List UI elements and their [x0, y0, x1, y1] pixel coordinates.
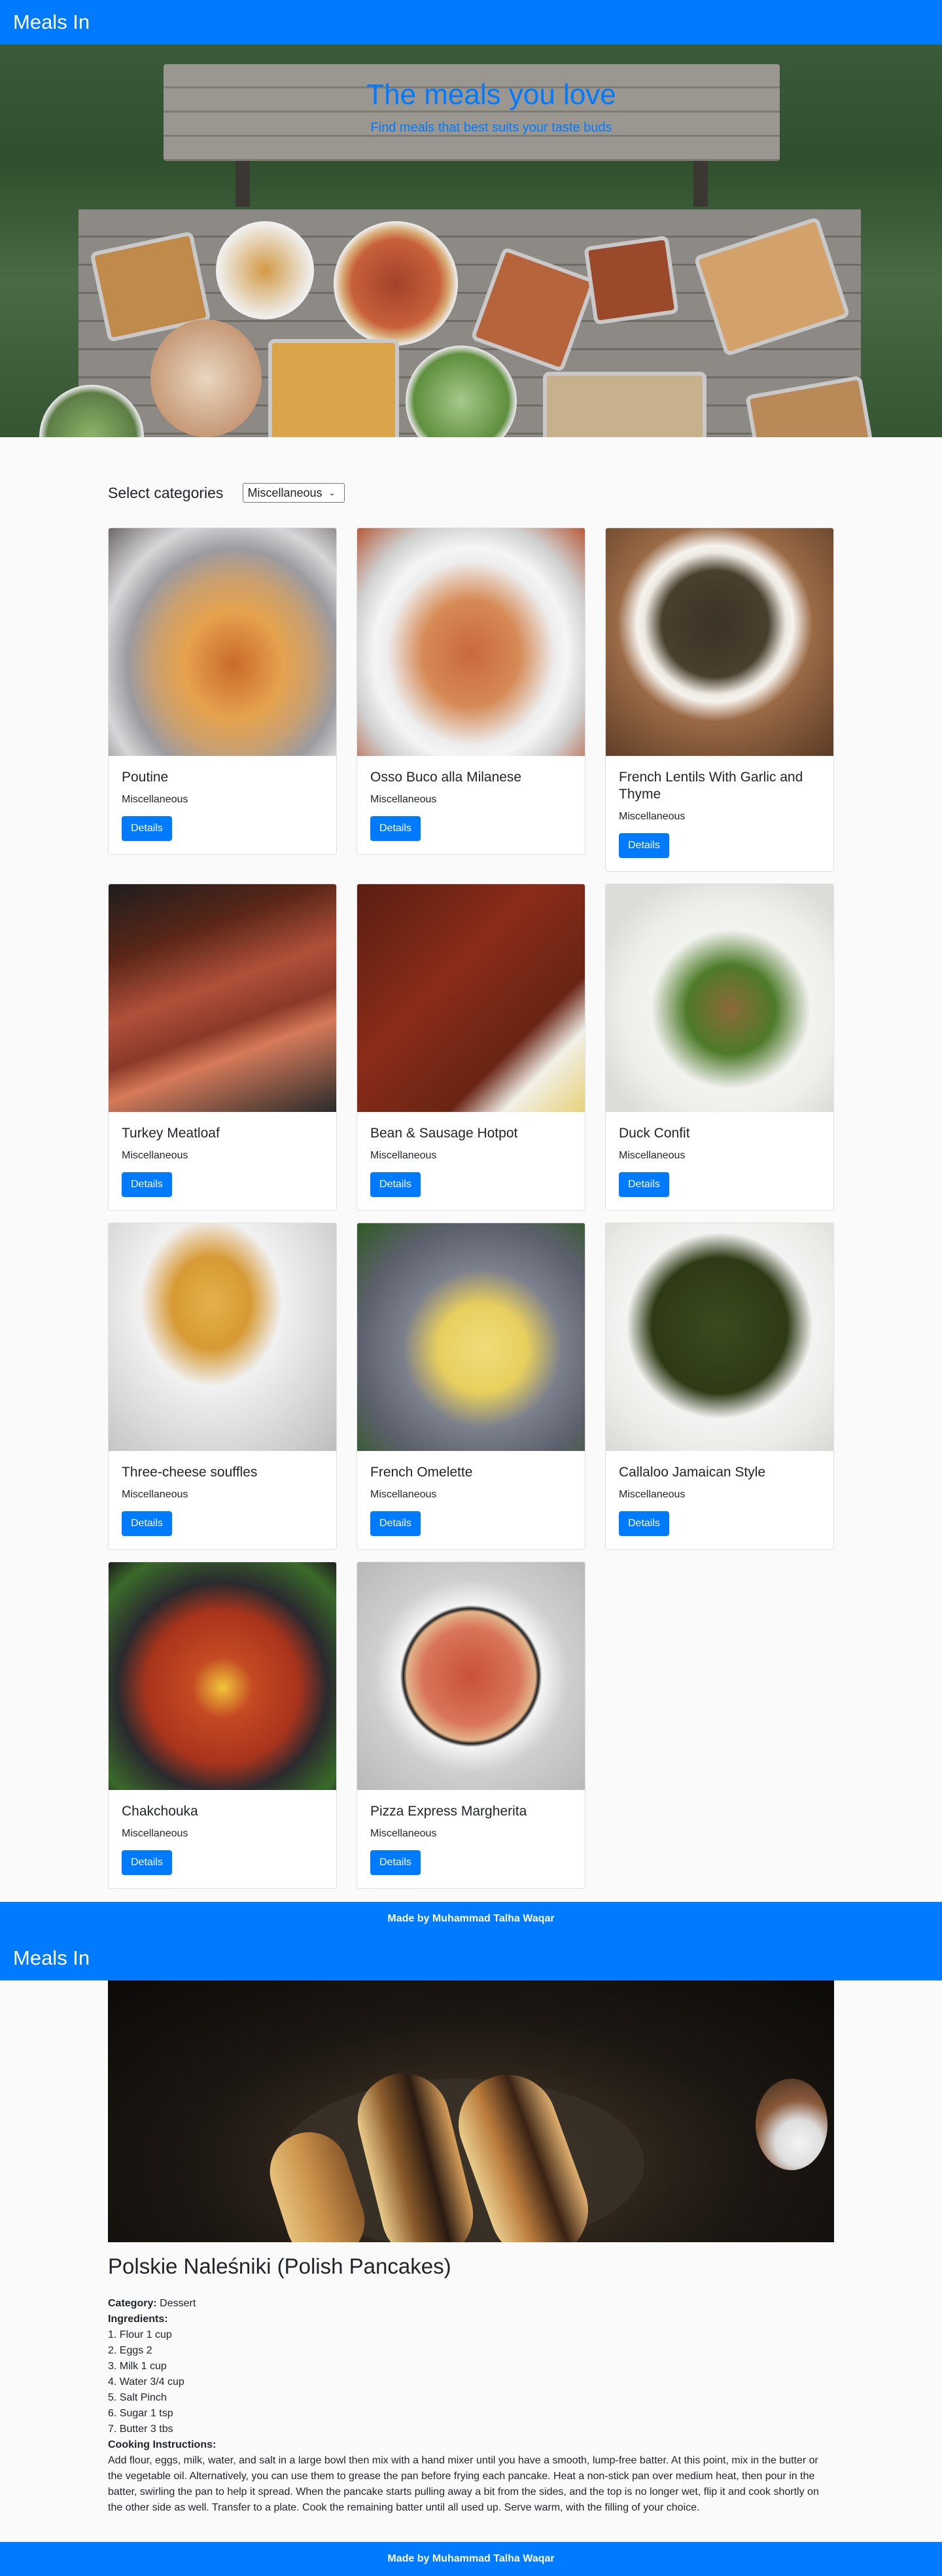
detail-content: Polskie Naleśniki (Polish Pancakes) Cate…: [108, 2254, 834, 2516]
hero-text: The meals you love Find meals that best …: [0, 79, 942, 135]
meal-category: Miscellaneous: [370, 1150, 437, 1161]
meal-title: Three-cheese souffles: [122, 1465, 258, 1480]
meal-category: Miscellaneous: [619, 811, 686, 822]
hero-title: The meals you love: [366, 79, 616, 111]
footer: Made by Muhammad Talha Waqar: [0, 1902, 942, 1936]
footer-text: Made by Muhammad Talha Waqar: [387, 2553, 555, 2564]
meal-title: Turkey Meatloaf: [122, 1126, 220, 1141]
navbar: Meals In: [0, 1936, 942, 1980]
brand-link[interactable]: Meals In: [13, 1946, 90, 1970]
detail-category-label: Category:: [108, 2298, 157, 2309]
footer: Made by Muhammad Talha Waqar: [0, 2542, 942, 2576]
meal-title: Osso Buco alla Milanese: [370, 770, 522, 785]
meal-image[interactable]: [109, 528, 336, 756]
meal-category: Miscellaneous: [122, 1150, 188, 1161]
footer-text: Made by Muhammad Talha Waqar: [387, 1913, 555, 1924]
meal-image[interactable]: [357, 884, 585, 1112]
meal-grid: Poutine Miscellaneous Details Osso Buco …: [108, 528, 834, 1889]
meal-image[interactable]: [109, 1562, 336, 1790]
ingredient-item: 4. Water 3/4 cup: [108, 2376, 184, 2388]
meal-card: French Lentils With Garlic and Thyme Mis…: [605, 528, 834, 872]
meal-card: Three-cheese souffles Miscellaneous Deta…: [108, 1223, 337, 1550]
category-select[interactable]: Miscellaneous ⌄: [243, 483, 345, 503]
meal-category: Miscellaneous: [370, 1489, 437, 1500]
ingredients-label: Ingredients:: [108, 2314, 168, 2325]
ingredient-item: 1. Flour 1 cup: [108, 2329, 172, 2340]
instructions-text: Add flour, eggs, milk, water, and salt i…: [108, 2455, 819, 2513]
navbar: Meals In: [0, 0, 942, 45]
meal-image[interactable]: [606, 1223, 833, 1451]
ingredient-item: 7. Butter 3 tbs: [108, 2424, 173, 2435]
detail-category-row: Category: Dessert: [108, 2296, 834, 2312]
detail-category: Dessert: [160, 2298, 196, 2309]
meal-card: Duck Confit Miscellaneous Details: [605, 884, 834, 1211]
hero-subtitle: Find meals that best suits your taste bu…: [370, 120, 612, 135]
meal-card: Callaloo Jamaican Style Miscellaneous De…: [605, 1223, 834, 1550]
meal-title: Pizza Express Margherita: [370, 1804, 527, 1819]
instructions-label: Cooking Instructions:: [108, 2439, 217, 2450]
details-button[interactable]: Details: [619, 1511, 669, 1536]
ingredient-item: 5. Salt Pinch: [108, 2392, 167, 2403]
main-content: Select categories Miscellaneous ⌄ Poutin…: [108, 437, 834, 1889]
meal-category: Miscellaneous: [122, 1828, 188, 1839]
meal-image[interactable]: [109, 1223, 336, 1451]
meal-card: French Omelette Miscellaneous Details: [357, 1223, 585, 1550]
meal-card: Turkey Meatloaf Miscellaneous Details: [108, 884, 337, 1211]
category-label: Select categories: [108, 484, 224, 501]
meal-category: Miscellaneous: [370, 1828, 437, 1839]
ingredient-item: 2. Eggs 2: [108, 2345, 152, 2356]
meal-category: Miscellaneous: [619, 1150, 686, 1161]
meal-image[interactable]: [357, 1223, 585, 1451]
detail-title: Polskie Naleśniki (Polish Pancakes): [108, 2254, 451, 2278]
ingredient-item: 3. Milk 1 cup: [108, 2361, 167, 2372]
details-button[interactable]: Details: [619, 1172, 669, 1197]
details-button[interactable]: Details: [122, 1172, 172, 1197]
category-select-value: Miscellaneous: [247, 486, 323, 499]
meal-title: Callaloo Jamaican Style: [619, 1465, 766, 1480]
details-button[interactable]: Details: [122, 816, 172, 841]
meal-card: Osso Buco alla Milanese Miscellaneous De…: [357, 528, 585, 855]
meal-image[interactable]: [606, 528, 833, 756]
hero-banner: The meals you love Find meals that best …: [0, 45, 942, 437]
brand-link[interactable]: Meals In: [13, 10, 90, 34]
details-button[interactable]: Details: [370, 1511, 421, 1536]
details-button[interactable]: Details: [122, 1511, 172, 1536]
details-button[interactable]: Details: [370, 816, 421, 841]
meal-category: Miscellaneous: [122, 1489, 188, 1500]
meal-card: Chakchouka Miscellaneous Details: [108, 1562, 337, 1889]
meal-card: Poutine Miscellaneous Details: [108, 528, 337, 855]
meal-image[interactable]: [357, 528, 585, 756]
details-button[interactable]: Details: [370, 1850, 421, 1875]
meal-title: Duck Confit: [619, 1126, 690, 1141]
meal-title: French Omelette: [370, 1465, 473, 1480]
chevron-down-icon: ⌄: [328, 488, 336, 497]
meal-card: Bean & Sausage Hotpot Miscellaneous Deta…: [357, 884, 585, 1211]
meal-category: Miscellaneous: [122, 794, 188, 805]
meal-category: Miscellaneous: [370, 794, 437, 805]
meal-image[interactable]: [109, 884, 336, 1112]
details-button[interactable]: Details: [122, 1850, 172, 1875]
meal-image[interactable]: [606, 884, 833, 1112]
meal-title: Poutine: [122, 770, 169, 785]
meal-image[interactable]: [357, 1562, 585, 1790]
ingredient-item: 6. Sugar 1 tsp: [108, 2408, 173, 2419]
category-filter: Select categories Miscellaneous ⌄: [108, 437, 834, 514]
meal-category: Miscellaneous: [619, 1489, 686, 1500]
meal-title: Chakchouka: [122, 1804, 198, 1819]
meal-title: Bean & Sausage Hotpot: [370, 1126, 518, 1141]
detail-meal-image: [108, 1980, 834, 2242]
details-button[interactable]: Details: [619, 833, 669, 858]
meal-card: Pizza Express Margherita Miscellaneous D…: [357, 1562, 585, 1889]
meal-title: French Lentils With Garlic and Thyme: [619, 770, 803, 802]
details-button[interactable]: Details: [370, 1172, 421, 1197]
